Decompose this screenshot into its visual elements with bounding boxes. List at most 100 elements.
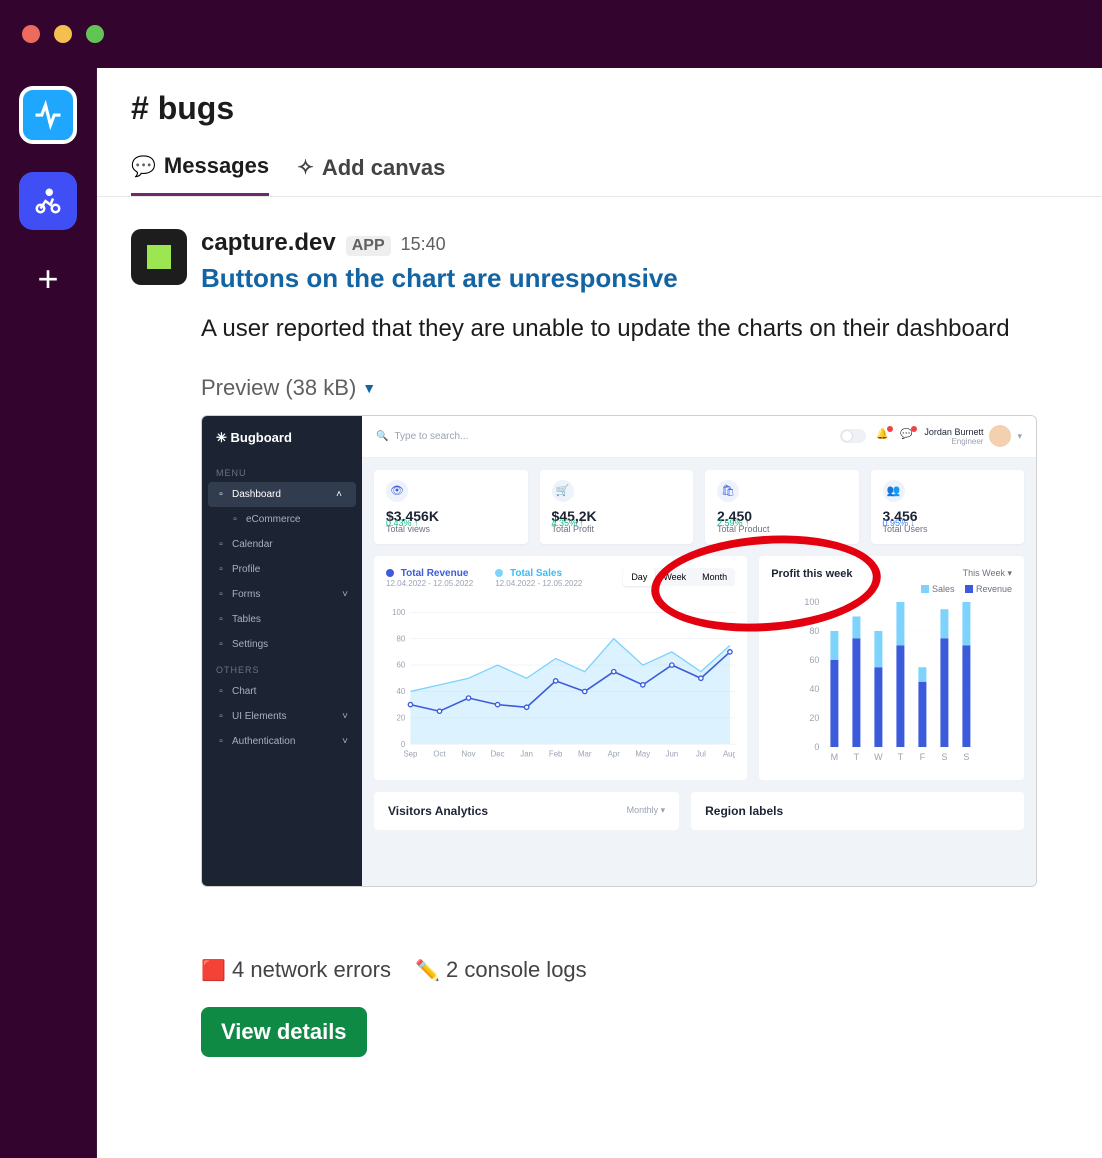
- svg-text:40: 40: [810, 684, 820, 694]
- sidebar-item-profile[interactable]: ▫Profile: [202, 557, 362, 582]
- sidebar-item-calendar[interactable]: ▫Calendar: [202, 532, 362, 557]
- legend-revenue: Total Revenue: [401, 568, 469, 579]
- svg-text:Jun: Jun: [666, 749, 679, 758]
- card-pct: 0.95% ↓: [883, 518, 916, 528]
- profit-selector[interactable]: This Week ▾: [963, 568, 1012, 579]
- profit-chart-panel: Profit this week This Week ▾ Sales Reven…: [759, 556, 1024, 780]
- svg-text:Aug: Aug: [723, 749, 735, 758]
- svg-text:20: 20: [810, 713, 820, 723]
- add-workspace-button[interactable]: +: [37, 258, 58, 300]
- win-min-dot[interactable]: [54, 25, 72, 43]
- card-icon: 👁: [386, 480, 408, 502]
- sidebar-item-ecommerce[interactable]: ▫eCommerce: [202, 507, 362, 532]
- card-pct: 0.43% ↑: [386, 518, 419, 528]
- view-details-button[interactable]: View details: [201, 1007, 367, 1057]
- stat-card: 👥3.456Total Users0.95% ↓: [871, 470, 1025, 544]
- workspace-rail: +: [0, 68, 96, 1158]
- tab-add-canvas[interactable]: ✧ Add canvas: [297, 153, 445, 196]
- pulse-icon: [33, 100, 63, 130]
- card-icon: 👥: [883, 480, 905, 502]
- message-body-text: A user reported that they are unable to …: [201, 312, 1068, 347]
- sender-avatar[interactable]: [131, 229, 187, 285]
- sidebar-item-settings[interactable]: ▫Settings: [202, 632, 362, 657]
- svg-text:80: 80: [810, 626, 820, 636]
- avatar: [989, 425, 1011, 447]
- svg-text:60: 60: [810, 655, 820, 665]
- tab-add-canvas-label: Add canvas: [322, 155, 446, 181]
- cyclist-icon: [33, 186, 63, 216]
- console-logs-attachment[interactable]: ✏️ 2 console logs: [415, 957, 587, 983]
- svg-text:Apr: Apr: [608, 749, 621, 758]
- attachments-row: 🟥 4 network errors ✏️ 2 console logs: [201, 957, 1068, 983]
- svg-text:60: 60: [396, 660, 405, 669]
- stat-cards-row: 👁$3.456KTotal views0.43% ↑🛒$45,2KTotal P…: [362, 458, 1036, 556]
- sidebar-item-authentication[interactable]: ▫Authentication˅: [202, 729, 362, 754]
- stat-card: 🛍2.450Total Product2.59% ↑: [705, 470, 859, 544]
- range-month[interactable]: Month: [694, 568, 735, 586]
- range-week[interactable]: Week: [655, 568, 694, 586]
- svg-text:T: T: [898, 752, 904, 762]
- visitors-selector[interactable]: Monthly ▾: [627, 805, 666, 816]
- user-menu[interactable]: Jordan Burnett Engineer ▾: [924, 425, 1022, 447]
- card-icon: 🛒: [552, 480, 574, 502]
- svg-text:Jan: Jan: [520, 749, 533, 758]
- svg-text:Oct: Oct: [433, 749, 446, 758]
- dashboard-topbar: 🔍 Type to search... 🔔 💬 Jordan Burnett E…: [362, 416, 1036, 458]
- sidebar-item-forms[interactable]: ▫Forms˅: [202, 582, 362, 607]
- warning-icon: 🟥: [201, 960, 226, 982]
- pencil-icon: ✏️: [415, 960, 440, 982]
- dashboard-main: 🔍 Type to search... 🔔 💬 Jordan Burnett E…: [362, 416, 1036, 886]
- theme-toggle[interactable]: [840, 429, 866, 443]
- legend-sales: Total Sales: [510, 568, 562, 579]
- chart-range-selector[interactable]: DayWeekMonth: [623, 568, 735, 586]
- sidebar-item-dashboard[interactable]: ▫Dashboard˄: [208, 482, 356, 507]
- stat-card: 🛒$45,2KTotal Profit4.35% ↑: [540, 470, 694, 544]
- win-close-dot[interactable]: [22, 25, 40, 43]
- svg-text:F: F: [920, 752, 926, 762]
- visitors-panel: Visitors Analytics Monthly ▾: [374, 792, 679, 830]
- svg-text:T: T: [854, 752, 860, 762]
- chat-icon[interactable]: 💬: [900, 429, 914, 443]
- channel-tabs: 💬 Messages ✧ Add canvas: [97, 135, 1102, 197]
- svg-text:Dec: Dec: [491, 749, 505, 758]
- sender-name[interactable]: capture.dev: [201, 229, 336, 257]
- card-icon: 🛍: [717, 480, 739, 502]
- svg-text:M: M: [831, 752, 839, 762]
- preview-label[interactable]: Preview (38 kB) ▼: [201, 375, 1068, 401]
- others-section-label: OTHERS: [202, 657, 362, 679]
- svg-text:0: 0: [401, 740, 406, 749]
- menu-section-label: MENU: [202, 460, 362, 482]
- revenue-chart-panel: Total Revenue 12.04.2022 - 12.05.2022 To…: [374, 556, 747, 780]
- network-errors-attachment[interactable]: 🟥 4 network errors: [201, 957, 391, 983]
- svg-text:20: 20: [396, 713, 405, 722]
- svg-text:W: W: [874, 752, 883, 762]
- workspace-icon-primary[interactable]: [19, 86, 77, 144]
- workspace-icon-secondary[interactable]: [19, 172, 77, 230]
- bar-chart: 020406080100MTWTFSS: [771, 598, 1012, 763]
- tab-messages[interactable]: 💬 Messages: [131, 153, 269, 196]
- bell-icon[interactable]: 🔔: [876, 429, 890, 443]
- app-badge: APP: [346, 236, 391, 256]
- window-titlebar: [0, 0, 1102, 68]
- search-input[interactable]: 🔍 Type to search...: [376, 431, 830, 442]
- channel-title[interactable]: # bugs: [97, 68, 1102, 135]
- user-role: Engineer: [924, 437, 983, 446]
- user-name: Jordan Burnett: [924, 427, 983, 437]
- preview-image[interactable]: ✳ Bugboard MENU ▫Dashboard˄▫eCommerce▫Ca…: [201, 415, 1037, 887]
- win-max-dot[interactable]: [86, 25, 104, 43]
- svg-text:80: 80: [396, 634, 405, 643]
- chevron-down-icon: ▾: [1017, 431, 1022, 442]
- svg-text:100: 100: [392, 608, 406, 617]
- message-time: 15:40: [401, 234, 446, 255]
- dashboard-brand: ✳ Bugboard: [202, 430, 362, 460]
- svg-text:S: S: [964, 752, 970, 762]
- sidebar-item-chart[interactable]: ▫Chart: [202, 679, 362, 704]
- svg-text:Sep: Sep: [403, 749, 418, 758]
- sidebar-item-ui-elements[interactable]: ▫UI Elements˅: [202, 704, 362, 729]
- range-day[interactable]: Day: [623, 568, 655, 586]
- svg-text:Feb: Feb: [549, 749, 563, 758]
- svg-text:S: S: [942, 752, 948, 762]
- message-title-link[interactable]: Buttons on the chart are unresponsive: [201, 263, 1068, 294]
- svg-text:100: 100: [805, 598, 820, 607]
- sidebar-item-tables[interactable]: ▫Tables: [202, 607, 362, 632]
